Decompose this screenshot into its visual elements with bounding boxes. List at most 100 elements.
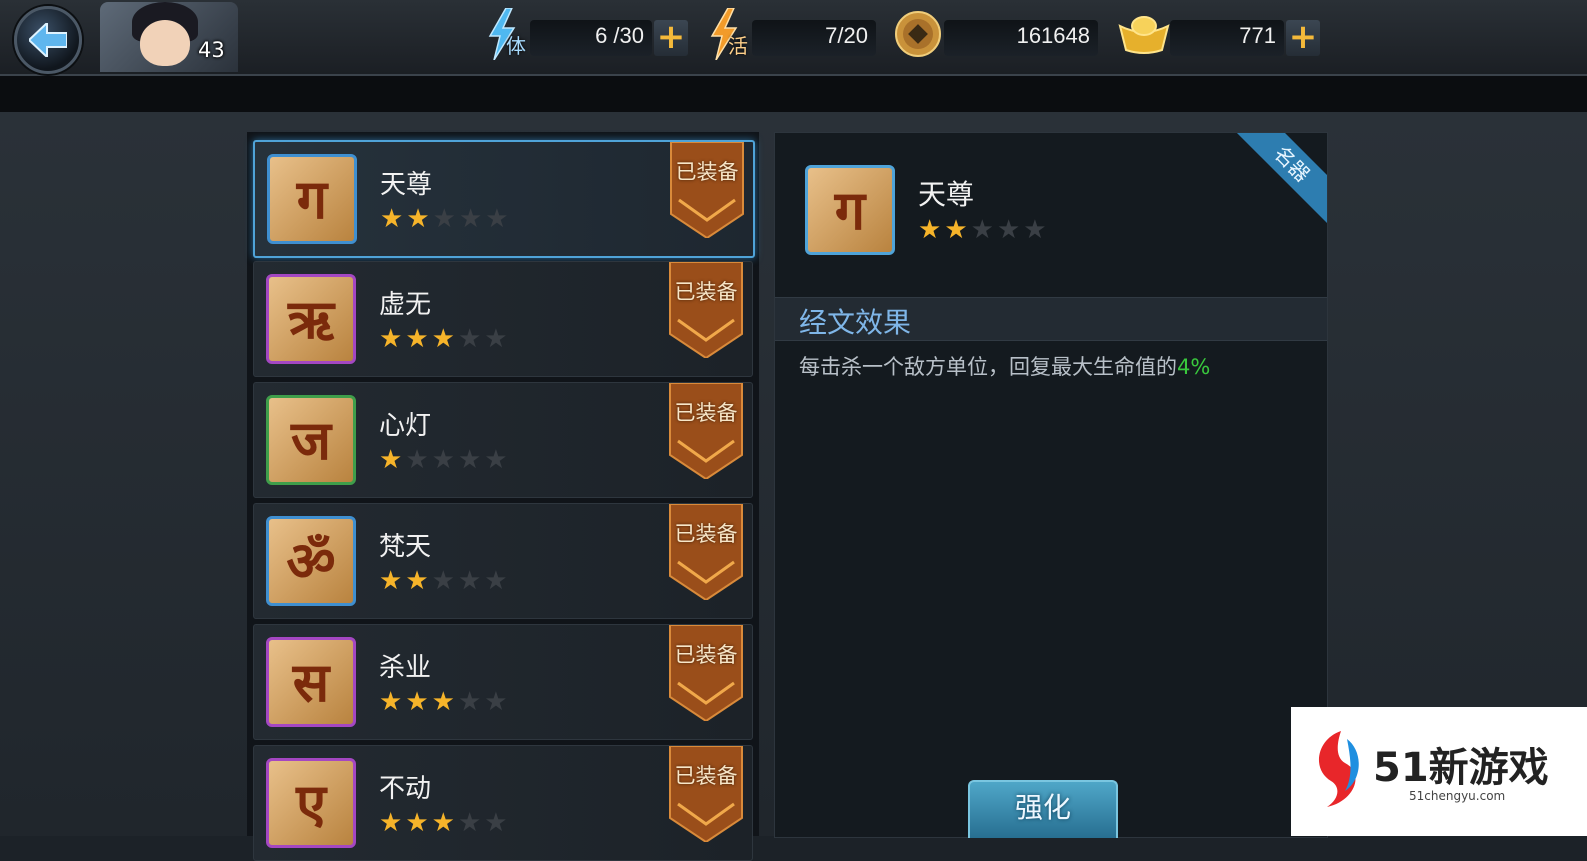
scripture-glyph: स bbox=[292, 650, 330, 714]
scripture-detail-panel: 名器 ग 天尊 ★★★★★ 经文效果 每击杀一个敌方单位，回复最大生命值的4% bbox=[774, 132, 1328, 838]
effect-description: 每击杀一个敌方单位，回复最大生命值的4% bbox=[799, 351, 1210, 381]
scripture-list-item[interactable]: ऋ 虚无 ★★★★★ 已装备 bbox=[253, 261, 753, 377]
star-icon: ★ bbox=[457, 445, 485, 475]
effect-percent: 4% bbox=[1177, 355, 1211, 379]
ingots-value: 771 bbox=[1239, 23, 1276, 48]
scripture-list-item[interactable]: ग 天尊 ★★★★★ 已装备 bbox=[253, 140, 755, 258]
star-icon: ★ bbox=[405, 445, 432, 475]
rarity-ribbon: 名器 bbox=[1226, 133, 1327, 230]
scripture-icon: ए bbox=[266, 758, 356, 848]
star-icon: ★ bbox=[1023, 215, 1050, 245]
scripture-icon: ज bbox=[266, 395, 356, 485]
equipped-label: 已装备 bbox=[674, 522, 738, 546]
watermark-brand: 51新游戏 bbox=[1373, 745, 1549, 791]
star-rating: ★★★★★ bbox=[380, 204, 512, 234]
scripture-glyph: ग bbox=[296, 167, 328, 231]
sub-bar bbox=[0, 76, 1587, 112]
scripture-name: 心灯 bbox=[379, 411, 432, 441]
ingots-field: 771 bbox=[1170, 20, 1284, 56]
watermark-logo-icon bbox=[1318, 731, 1359, 807]
star-icon: ★ bbox=[405, 808, 432, 838]
scripture-glyph: ॐ bbox=[286, 529, 336, 593]
star-rating: ★★★★★ bbox=[379, 808, 511, 838]
star-icon: ★ bbox=[380, 204, 407, 234]
star-icon: ★ bbox=[484, 687, 511, 717]
equipped-badge: 已装备 bbox=[668, 745, 744, 844]
equipped-badge: 已装备 bbox=[668, 382, 744, 481]
add-stamina-button[interactable]: + bbox=[654, 20, 688, 56]
vitality-value: 7/20 bbox=[825, 23, 868, 48]
scripture-list-item[interactable]: ज 心灯 ★★★★★ 已装备 bbox=[253, 382, 753, 498]
detail-stars: ★★★★★ bbox=[918, 215, 1050, 245]
star-icon: ★ bbox=[944, 215, 971, 245]
watermark: 51新游戏 51chengyu.com bbox=[1291, 707, 1587, 836]
effect-text: 每击杀一个敌方单位，回复最大生命值的 bbox=[799, 355, 1177, 379]
scripture-list-item[interactable]: ॐ 梵天 ★★★★★ 已装备 bbox=[253, 503, 753, 619]
star-icon: ★ bbox=[484, 566, 511, 596]
star-icon: ★ bbox=[431, 687, 458, 717]
star-icon: ★ bbox=[379, 808, 406, 838]
add-ingots-button[interactable]: + bbox=[1286, 20, 1320, 56]
star-icon: ★ bbox=[457, 566, 485, 596]
avatar-face bbox=[140, 20, 190, 66]
scripture-glyph: ए bbox=[296, 771, 326, 835]
effect-header: 经文效果 bbox=[775, 297, 1327, 341]
star-rating: ★★★★★ bbox=[379, 566, 511, 596]
star-icon: ★ bbox=[457, 324, 485, 354]
star-icon: ★ bbox=[458, 204, 486, 234]
scripture-icon: ग bbox=[267, 154, 357, 244]
star-icon: ★ bbox=[379, 324, 406, 354]
scripture-icon: ॐ bbox=[266, 516, 356, 606]
detail-scripture-icon: ग bbox=[805, 165, 895, 255]
scripture-name: 梵天 bbox=[379, 532, 432, 562]
coin-icon bbox=[895, 11, 941, 57]
star-icon: ★ bbox=[405, 324, 432, 354]
star-icon: ★ bbox=[431, 445, 458, 475]
enhance-button[interactable]: 强化 bbox=[968, 780, 1118, 838]
equipped-label: 已装备 bbox=[674, 764, 738, 788]
scripture-name: 杀业 bbox=[379, 653, 432, 683]
scripture-list[interactable]: ग 天尊 ★★★★★ 已装备 ऋ 虚无 ★★★★★ 已装备 ज 心灯 ★★★★★ 已装备 ॐ 梵天 ★★★★… bbox=[247, 132, 759, 861]
coins-field: 161648 bbox=[944, 20, 1098, 56]
player-level: 43 bbox=[198, 38, 225, 62]
star-icon: ★ bbox=[457, 687, 485, 717]
star-icon: ★ bbox=[485, 204, 512, 234]
scripture-name: 天尊 bbox=[380, 170, 433, 200]
scripture-name: 不动 bbox=[379, 774, 432, 804]
star-rating: ★★★★★ bbox=[379, 324, 511, 354]
vitality-field: 7/20 bbox=[752, 20, 876, 56]
top-bar: 43 体 6 /30 + 活 7/20 161648 771 + bbox=[0, 0, 1587, 76]
equipped-badge: 已装备 bbox=[668, 261, 744, 360]
star-icon: ★ bbox=[431, 566, 458, 596]
star-icon: ★ bbox=[996, 215, 1024, 245]
star-icon: ★ bbox=[379, 687, 406, 717]
star-icon: ★ bbox=[431, 808, 458, 838]
detail-name: 天尊 bbox=[918, 178, 975, 211]
star-rating: ★★★★★ bbox=[379, 687, 511, 717]
scripture-list-item[interactable]: स 杀业 ★★★★★ 已装备 bbox=[253, 624, 753, 740]
detail-glyph: ग bbox=[834, 178, 866, 242]
scripture-list-item[interactable]: ए 不动 ★★★★★ 已装备 bbox=[253, 745, 753, 861]
scripture-glyph: ऋ bbox=[287, 287, 335, 351]
scripture-icon: ऋ bbox=[266, 274, 356, 364]
scripture-name: 虚无 bbox=[379, 290, 432, 320]
star-icon: ★ bbox=[405, 687, 432, 717]
back-button[interactable] bbox=[14, 6, 82, 74]
scripture-icon: स bbox=[266, 637, 356, 727]
star-icon: ★ bbox=[970, 215, 997, 245]
equipped-badge: 已装备 bbox=[668, 503, 744, 602]
scripture-glyph: ज bbox=[290, 408, 332, 472]
coins-value: 161648 bbox=[1016, 23, 1090, 48]
star-icon: ★ bbox=[918, 215, 945, 245]
star-icon: ★ bbox=[484, 445, 511, 475]
star-icon: ★ bbox=[484, 324, 511, 354]
star-icon: ★ bbox=[484, 808, 511, 838]
stamina-field: 6 /30 bbox=[530, 20, 652, 56]
vitality-label: 活 bbox=[728, 34, 748, 58]
star-icon: ★ bbox=[431, 324, 458, 354]
star-icon: ★ bbox=[432, 204, 459, 234]
equipped-badge: 已装备 bbox=[669, 141, 745, 240]
equipped-label: 已装备 bbox=[675, 160, 739, 184]
star-icon: ★ bbox=[457, 808, 485, 838]
star-icon: ★ bbox=[379, 566, 406, 596]
